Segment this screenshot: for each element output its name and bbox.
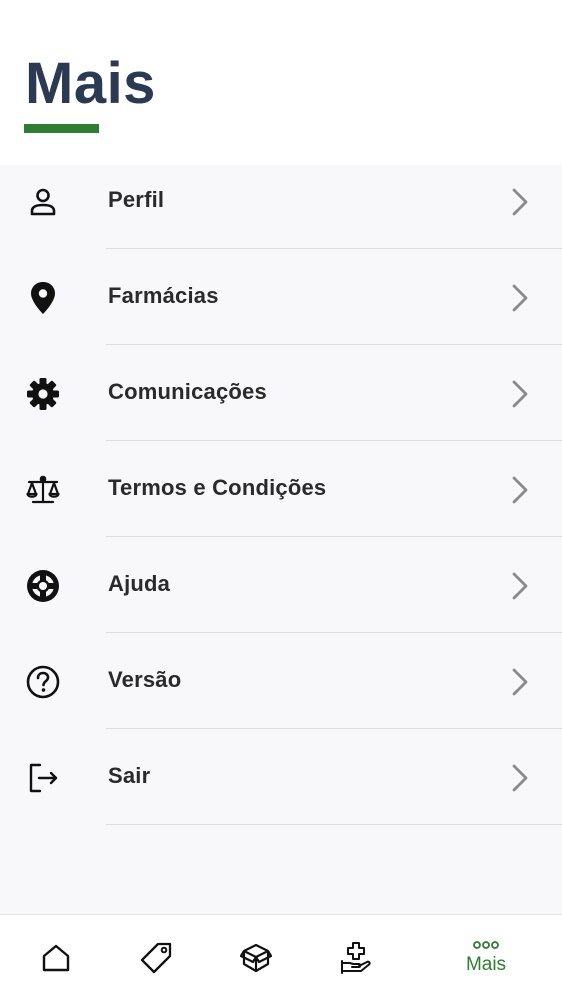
menu-item-label: Termos e Condições [108,475,327,500]
header: Mais [0,0,562,165]
menu-item-perfil[interactable]: Perfil [0,153,562,249]
tab-products[interactable] [200,915,312,1001]
chevron-right-icon [512,188,528,216]
menu-item-label: Farmácias [108,283,219,308]
tab-health[interactable] [300,915,412,1001]
user-icon [25,184,61,220]
menu-item-ajuda[interactable]: Ajuda [0,537,562,633]
menu-item-farmacias[interactable]: Farmácias [0,249,562,345]
gear-icon [25,376,61,412]
menu-item-label: Versão [108,667,182,692]
menu-item-versao[interactable]: Versão [0,633,562,729]
menu-item-label: Ajuda [108,571,171,596]
chevron-right-icon [512,284,528,312]
chevron-right-icon [512,380,528,408]
tab-more[interactable]: Mais [430,915,542,1001]
tag-icon [140,942,172,974]
page-title: Mais [25,51,156,116]
logout-icon [25,760,61,796]
bottom-tab-bar: Mais [0,914,562,1001]
menu-item-comunicacoes[interactable]: Comunicações [0,345,562,441]
lifebuoy-icon [25,568,61,604]
menu-item-termos[interactable]: Termos e Condições [0,441,562,537]
box-icon [240,943,272,973]
menu-item-sair[interactable]: Sair [0,729,562,825]
scale-icon [25,472,61,508]
tab-more-label: Mais [465,954,507,975]
tab-home[interactable] [0,915,112,1001]
title-underline [24,124,99,133]
menu-item-label: Comunicações [108,379,267,404]
map-pin-icon [25,280,61,316]
hand-medical-icon [341,942,371,974]
chevron-right-icon [512,476,528,504]
more-dots-icon [473,941,499,949]
menu-list: Perfil Farmácias Comunicações Termos e C… [0,153,562,825]
tab-offers[interactable] [100,915,212,1001]
question-circle-icon [25,664,61,700]
home-icon [42,944,70,972]
chevron-right-icon [512,668,528,696]
menu-item-label: Sair [108,763,151,788]
chevron-right-icon [512,572,528,600]
menu-item-label: Perfil [108,187,165,212]
chevron-right-icon [512,764,528,792]
